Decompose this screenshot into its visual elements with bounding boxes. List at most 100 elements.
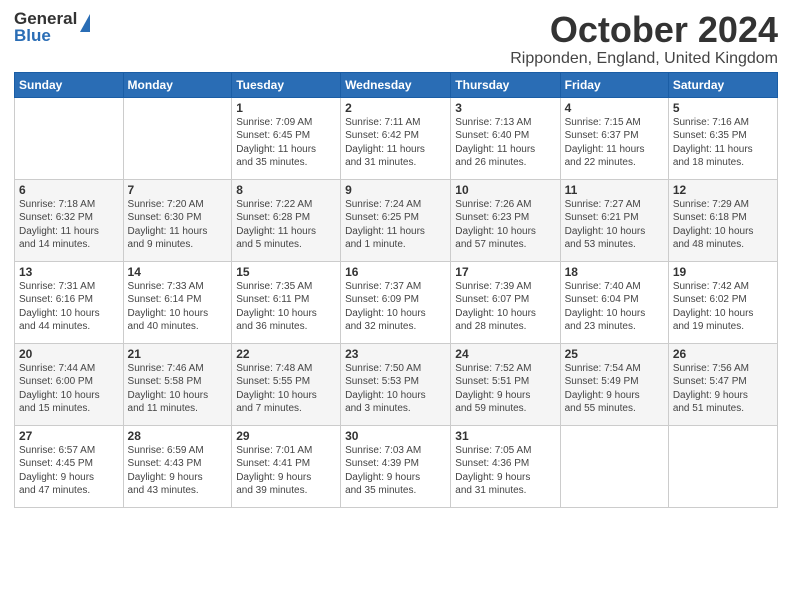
day-info: Sunrise: 7:52 AM Sunset: 5:51 PM Dayligh… xyxy=(455,362,555,416)
day-number: 7 xyxy=(128,183,228,197)
month-title: October 2024 xyxy=(510,10,778,50)
day-number: 21 xyxy=(128,347,228,361)
day-number: 1 xyxy=(236,101,336,115)
day-info: Sunrise: 7:44 AM Sunset: 6:00 PM Dayligh… xyxy=(19,362,119,416)
day-info: Sunrise: 7:37 AM Sunset: 6:09 PM Dayligh… xyxy=(345,280,446,334)
calendar-cell xyxy=(15,97,124,179)
day-number: 26 xyxy=(673,347,773,361)
calendar-week-1: 1Sunrise: 7:09 AM Sunset: 6:45 PM Daylig… xyxy=(15,97,778,179)
day-info: Sunrise: 7:20 AM Sunset: 6:30 PM Dayligh… xyxy=(128,198,228,252)
day-info: Sunrise: 7:24 AM Sunset: 6:25 PM Dayligh… xyxy=(345,198,446,252)
calendar-cell: 31Sunrise: 7:05 AM Sunset: 4:36 PM Dayli… xyxy=(451,425,560,507)
calendar-week-2: 6Sunrise: 7:18 AM Sunset: 6:32 PM Daylig… xyxy=(15,179,778,261)
calendar-cell xyxy=(560,425,668,507)
day-info: Sunrise: 7:05 AM Sunset: 4:36 PM Dayligh… xyxy=(455,444,555,498)
day-info: Sunrise: 7:16 AM Sunset: 6:35 PM Dayligh… xyxy=(673,116,773,170)
day-number: 17 xyxy=(455,265,555,279)
day-info: Sunrise: 7:50 AM Sunset: 5:53 PM Dayligh… xyxy=(345,362,446,416)
day-number: 9 xyxy=(345,183,446,197)
day-number: 8 xyxy=(236,183,336,197)
day-number: 4 xyxy=(565,101,664,115)
calendar-cell: 28Sunrise: 6:59 AM Sunset: 4:43 PM Dayli… xyxy=(123,425,232,507)
day-number: 12 xyxy=(673,183,773,197)
day-info: Sunrise: 7:33 AM Sunset: 6:14 PM Dayligh… xyxy=(128,280,228,334)
day-number: 25 xyxy=(565,347,664,361)
calendar-cell: 21Sunrise: 7:46 AM Sunset: 5:58 PM Dayli… xyxy=(123,343,232,425)
calendar-cell: 23Sunrise: 7:50 AM Sunset: 5:53 PM Dayli… xyxy=(341,343,451,425)
calendar-header-friday: Friday xyxy=(560,72,668,97)
day-number: 15 xyxy=(236,265,336,279)
calendar-cell: 8Sunrise: 7:22 AM Sunset: 6:28 PM Daylig… xyxy=(232,179,341,261)
calendar-week-5: 27Sunrise: 6:57 AM Sunset: 4:45 PM Dayli… xyxy=(15,425,778,507)
page-container: General Blue October 2024 Ripponden, Eng… xyxy=(0,0,792,514)
day-info: Sunrise: 7:29 AM Sunset: 6:18 PM Dayligh… xyxy=(673,198,773,252)
calendar-header-wednesday: Wednesday xyxy=(341,72,451,97)
day-number: 28 xyxy=(128,429,228,443)
calendar-cell xyxy=(668,425,777,507)
day-info: Sunrise: 7:56 AM Sunset: 5:47 PM Dayligh… xyxy=(673,362,773,416)
calendar-cell: 14Sunrise: 7:33 AM Sunset: 6:14 PM Dayli… xyxy=(123,261,232,343)
day-number: 16 xyxy=(345,265,446,279)
day-number: 18 xyxy=(565,265,664,279)
calendar-cell: 1Sunrise: 7:09 AM Sunset: 6:45 PM Daylig… xyxy=(232,97,341,179)
day-info: Sunrise: 7:40 AM Sunset: 6:04 PM Dayligh… xyxy=(565,280,664,334)
day-number: 19 xyxy=(673,265,773,279)
calendar-cell: 4Sunrise: 7:15 AM Sunset: 6:37 PM Daylig… xyxy=(560,97,668,179)
day-number: 10 xyxy=(455,183,555,197)
calendar-cell: 17Sunrise: 7:39 AM Sunset: 6:07 PM Dayli… xyxy=(451,261,560,343)
day-info: Sunrise: 7:31 AM Sunset: 6:16 PM Dayligh… xyxy=(19,280,119,334)
logo-text: General Blue xyxy=(14,10,77,44)
day-info: Sunrise: 7:46 AM Sunset: 5:58 PM Dayligh… xyxy=(128,362,228,416)
calendar-cell: 10Sunrise: 7:26 AM Sunset: 6:23 PM Dayli… xyxy=(451,179,560,261)
day-info: Sunrise: 7:15 AM Sunset: 6:37 PM Dayligh… xyxy=(565,116,664,170)
calendar-cell: 20Sunrise: 7:44 AM Sunset: 6:00 PM Dayli… xyxy=(15,343,124,425)
day-number: 6 xyxy=(19,183,119,197)
calendar-header-monday: Monday xyxy=(123,72,232,97)
day-info: Sunrise: 7:11 AM Sunset: 6:42 PM Dayligh… xyxy=(345,116,446,170)
day-info: Sunrise: 7:48 AM Sunset: 5:55 PM Dayligh… xyxy=(236,362,336,416)
day-number: 22 xyxy=(236,347,336,361)
day-number: 27 xyxy=(19,429,119,443)
calendar-cell: 24Sunrise: 7:52 AM Sunset: 5:51 PM Dayli… xyxy=(451,343,560,425)
calendar-cell: 25Sunrise: 7:54 AM Sunset: 5:49 PM Dayli… xyxy=(560,343,668,425)
day-number: 23 xyxy=(345,347,446,361)
day-info: Sunrise: 7:42 AM Sunset: 6:02 PM Dayligh… xyxy=(673,280,773,334)
calendar-cell: 13Sunrise: 7:31 AM Sunset: 6:16 PM Dayli… xyxy=(15,261,124,343)
calendar-cell: 26Sunrise: 7:56 AM Sunset: 5:47 PM Dayli… xyxy=(668,343,777,425)
calendar-cell: 12Sunrise: 7:29 AM Sunset: 6:18 PM Dayli… xyxy=(668,179,777,261)
day-info: Sunrise: 7:26 AM Sunset: 6:23 PM Dayligh… xyxy=(455,198,555,252)
calendar-cell: 27Sunrise: 6:57 AM Sunset: 4:45 PM Dayli… xyxy=(15,425,124,507)
day-info: Sunrise: 7:03 AM Sunset: 4:39 PM Dayligh… xyxy=(345,444,446,498)
title-section: October 2024 Ripponden, England, United … xyxy=(510,10,778,68)
day-info: Sunrise: 7:39 AM Sunset: 6:07 PM Dayligh… xyxy=(455,280,555,334)
calendar-cell: 15Sunrise: 7:35 AM Sunset: 6:11 PM Dayli… xyxy=(232,261,341,343)
day-number: 31 xyxy=(455,429,555,443)
calendar-cell xyxy=(123,97,232,179)
day-number: 20 xyxy=(19,347,119,361)
calendar-week-3: 13Sunrise: 7:31 AM Sunset: 6:16 PM Dayli… xyxy=(15,261,778,343)
header: General Blue October 2024 Ripponden, Eng… xyxy=(14,10,778,68)
calendar-cell: 9Sunrise: 7:24 AM Sunset: 6:25 PM Daylig… xyxy=(341,179,451,261)
day-info: Sunrise: 7:13 AM Sunset: 6:40 PM Dayligh… xyxy=(455,116,555,170)
day-number: 14 xyxy=(128,265,228,279)
day-info: Sunrise: 6:57 AM Sunset: 4:45 PM Dayligh… xyxy=(19,444,119,498)
calendar-header-saturday: Saturday xyxy=(668,72,777,97)
day-number: 13 xyxy=(19,265,119,279)
logo-general: General xyxy=(14,10,77,27)
day-info: Sunrise: 7:27 AM Sunset: 6:21 PM Dayligh… xyxy=(565,198,664,252)
day-info: Sunrise: 7:22 AM Sunset: 6:28 PM Dayligh… xyxy=(236,198,336,252)
calendar-cell: 3Sunrise: 7:13 AM Sunset: 6:40 PM Daylig… xyxy=(451,97,560,179)
day-number: 3 xyxy=(455,101,555,115)
calendar-cell: 22Sunrise: 7:48 AM Sunset: 5:55 PM Dayli… xyxy=(232,343,341,425)
calendar-header-thursday: Thursday xyxy=(451,72,560,97)
calendar-header-row: SundayMondayTuesdayWednesdayThursdayFrid… xyxy=(15,72,778,97)
calendar-header-sunday: Sunday xyxy=(15,72,124,97)
calendar-cell: 5Sunrise: 7:16 AM Sunset: 6:35 PM Daylig… xyxy=(668,97,777,179)
day-info: Sunrise: 7:35 AM Sunset: 6:11 PM Dayligh… xyxy=(236,280,336,334)
day-number: 2 xyxy=(345,101,446,115)
logo-blue: Blue xyxy=(14,27,77,44)
day-info: Sunrise: 7:54 AM Sunset: 5:49 PM Dayligh… xyxy=(565,362,664,416)
calendar-cell: 16Sunrise: 7:37 AM Sunset: 6:09 PM Dayli… xyxy=(341,261,451,343)
day-info: Sunrise: 6:59 AM Sunset: 4:43 PM Dayligh… xyxy=(128,444,228,498)
day-number: 30 xyxy=(345,429,446,443)
